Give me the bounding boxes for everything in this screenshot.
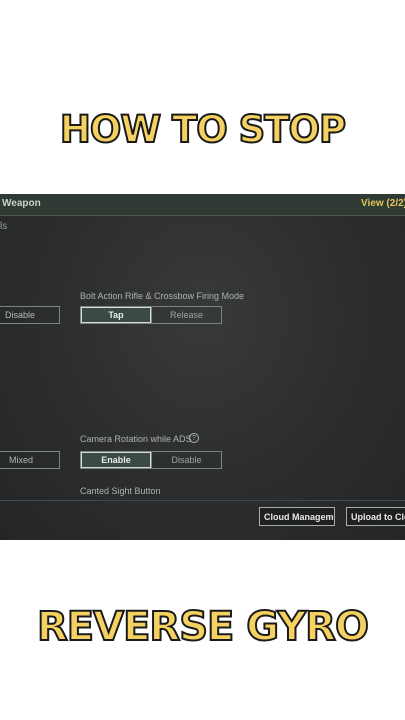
firing-mode-label: Bolt Action Rifle & Crossbow Firing Mode — [80, 291, 245, 301]
enable-option[interactable]: Enable — [81, 452, 151, 468]
left-option-label: Disable — [5, 310, 36, 320]
headline-bottom: REVERSE GYRO — [36, 603, 370, 651]
firing-mode-toggle: Tap Release — [80, 306, 222, 324]
footer-divider — [0, 500, 405, 501]
header-title: Weapon — [2, 198, 41, 209]
panel-header: Weapon View (2/2) — [0, 194, 405, 216]
help-icon[interactable]: ? — [189, 433, 199, 443]
canted-sight-button-label: Canted Sight Button — [80, 486, 161, 496]
disable-option[interactable]: Disable — [151, 452, 221, 468]
view-page-indicator[interactable]: View (2/2) — [361, 198, 405, 209]
cloud-management-button[interactable]: Cloud Management — [259, 507, 335, 526]
left-option-mixed[interactable]: Mixed — [0, 451, 60, 469]
tap-option[interactable]: Tap — [81, 307, 151, 323]
release-option[interactable]: Release — [151, 307, 221, 323]
headline-top: HOW TO STOP — [59, 107, 347, 152]
upload-to-cloud-button[interactable]: Upload to Clo — [346, 507, 405, 526]
left-option-disable[interactable]: Disable — [0, 306, 60, 324]
settings-panel: Weapon View (2/2) ls Disable Bolt Action… — [0, 194, 405, 540]
left-option-label: Mixed — [9, 455, 34, 465]
camera-rotation-ads-label: Camera Rotation while ADS — [80, 434, 192, 444]
camera-rotation-ads-toggle: Enable Disable — [80, 451, 222, 469]
section-label: ls — [0, 221, 8, 232]
